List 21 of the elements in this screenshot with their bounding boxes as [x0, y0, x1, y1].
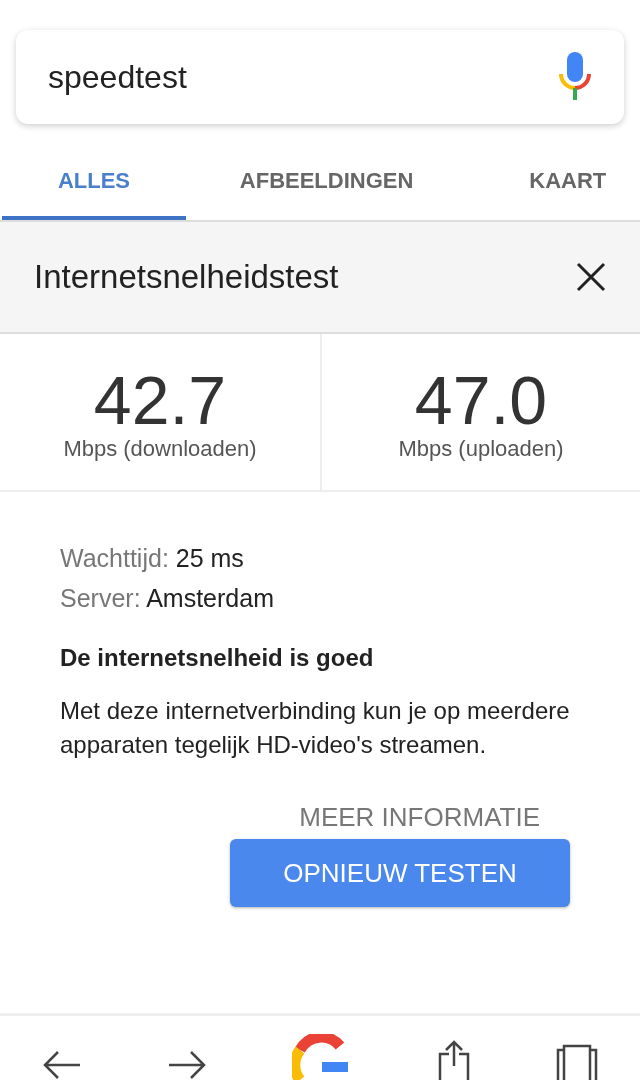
detail-line: Server: Amsterdam: [60, 583, 275, 614]
card-title: Internetsnelheidstest: [34, 258, 339, 296]
speed-value: 42.7: [93, 364, 227, 436]
speed-unit: Mbps (downloaden): [63, 436, 257, 462]
more-info-link[interactable]: MEER INFORMATIE: [299, 802, 540, 833]
tab[interactable]: KAART: [467, 146, 640, 220]
verdict-text: De internetsnelheid is goed: [60, 644, 375, 672]
close-icon[interactable]: [576, 262, 606, 292]
search-bar[interactable]: speedtest: [16, 30, 624, 124]
tabs-icon[interactable]: [555, 1044, 598, 1080]
search-field[interactable]: speedtest: [48, 58, 448, 96]
share-icon[interactable]: [436, 1040, 471, 1080]
microphone-icon[interactable]: [558, 52, 592, 102]
tab[interactable]: AFBEELDINGEN: [185, 146, 468, 220]
back-icon[interactable]: [42, 1050, 83, 1080]
speed-unit: Mbps (uploaden): [398, 436, 564, 462]
description-text: Met deze internetverbinding kun je op meerdere apparaten tegelijk HD-video's streamen.: [60, 696, 571, 760]
detail-line: Wachttijd: 25 ms: [60, 543, 245, 574]
forward-icon[interactable]: [167, 1050, 208, 1080]
speed-value: 47.0: [414, 364, 548, 436]
retest-button[interactable]: OPNIEUW TESTEN: [230, 839, 570, 907]
